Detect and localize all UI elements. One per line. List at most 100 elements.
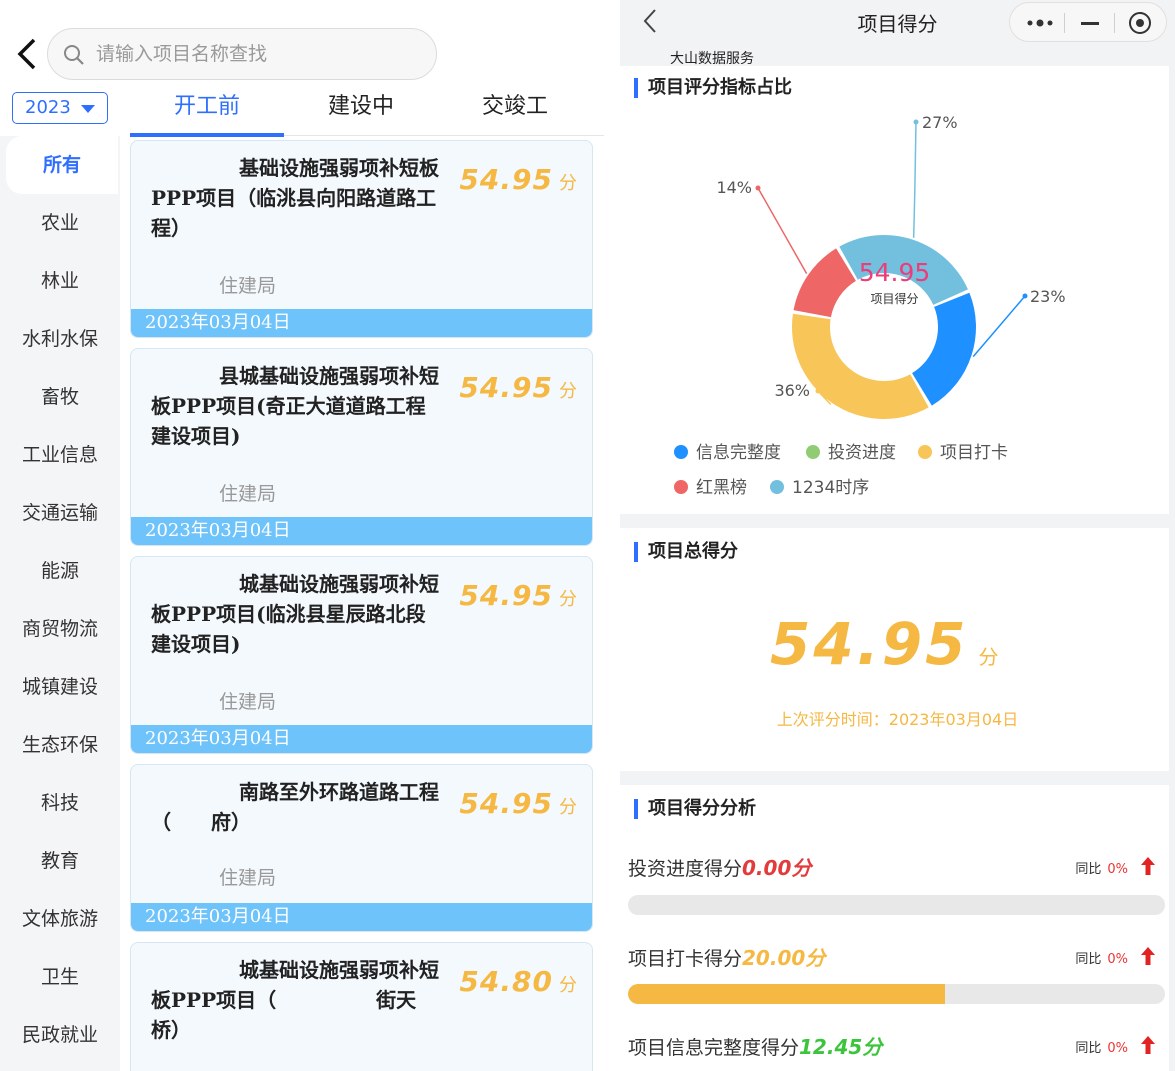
project-date: 2023年03月04日 (131, 903, 592, 931)
legend-item[interactable]: 投资进度 (806, 438, 896, 463)
sidebar-item[interactable]: 生态环保 (0, 716, 120, 774)
analysis-panel: 项目得分分析 (620, 785, 1169, 1071)
project-score: 54.95 分 (459, 579, 578, 612)
legend-item[interactable]: 信息完整度 (674, 438, 781, 463)
search-icon (64, 45, 84, 65)
yoy-label: 同比 (1075, 1041, 1102, 1056)
project-title: 城基础设施强弱项补短板PPP项目（ 街天桥） (151, 958, 439, 1042)
yoy-value: 0% (1107, 952, 1128, 967)
project-card[interactable]: 基础设施强弱项补短板PPP项目（临洮县向阳路道路工程） 54.95 分 住建局 2… (130, 140, 593, 338)
project-card[interactable]: 县城基础设施强弱项补短板PPP项目(奇正大道道路工程建设项目) 54.95 分 住… (130, 348, 593, 546)
sidebar-item[interactable]: 工业信息 (0, 426, 120, 484)
section-title: 项目评分指标占比 (634, 76, 792, 100)
search-input[interactable] (96, 39, 416, 69)
category-sidebar: 所有 农业 林业 水利水保 畜牧 工业信息 交通运输 能源 商贸物流 城镇建设 … (0, 136, 120, 1071)
analysis-value: 12.45分 (799, 1035, 883, 1059)
legend-dot (918, 444, 932, 459)
analysis-label: 项目打卡得分 (628, 948, 743, 970)
donut-percent-label: 14% (716, 178, 752, 197)
score-unit: 分 (559, 589, 578, 610)
section-title: 项目总得分 (634, 540, 738, 564)
legend-dot (806, 444, 820, 459)
score-value: 54.80 (459, 965, 553, 998)
sidebar-item[interactable]: 水利水保 (0, 310, 120, 368)
score-unit: 分 (559, 381, 578, 402)
search-box[interactable] (47, 28, 437, 80)
sidebar-item[interactable]: 卫生 (0, 948, 120, 1006)
legend-item[interactable]: 红黑榜 (674, 473, 747, 498)
project-card[interactable]: 城基础设施强弱项补短板PPP项目(临洮县星辰路北段建设项目) 54.95 分 住建… (130, 556, 593, 754)
up-arrow-icon (1141, 1036, 1155, 1054)
project-department: 住建局 (219, 483, 277, 505)
sidebar-item[interactable]: 农业 (0, 194, 120, 252)
donut-slice[interactable] (912, 292, 976, 406)
analysis-progress-bar (628, 895, 1165, 915)
project-title: 城基础设施强弱项补短板PPP项目(临洮县星辰路北段建设项目) (151, 572, 439, 656)
score-value: 54.95 (459, 787, 553, 820)
status-tabs: 开工前 建设中 交竣工 (130, 88, 604, 137)
capsule-menu (1009, 2, 1167, 42)
analysis-row: 项目打卡得分20.00分 同比 0% (628, 942, 1168, 971)
yoy-label: 同比 (1075, 952, 1102, 967)
project-list-screen: 2023 开工前 建设中 交竣工 所有 农业 林业 水利水保 畜牧 工业信息 交… (0, 0, 606, 1071)
project-score: 54.80 分 (459, 965, 578, 998)
legend-item[interactable]: 项目打卡 (918, 438, 1008, 463)
dropdown-triangle-icon (81, 105, 95, 113)
score-unit: 分 (559, 975, 578, 996)
project-card[interactable]: 城基础设施强弱项补短板PPP项目（ 街天桥） 54.80 分 (130, 942, 593, 1071)
tab-before-start[interactable]: 开工前 (130, 88, 284, 137)
sidebar-item[interactable]: 商贸物流 (0, 600, 120, 658)
progress-fill (628, 984, 945, 1004)
donut-slice[interactable] (792, 313, 929, 419)
project-department: 住建局 (219, 691, 277, 713)
legend-label: 红黑榜 (696, 478, 747, 498)
minimize-icon[interactable] (1080, 15, 1100, 31)
tab-completed[interactable]: 交竣工 (438, 88, 592, 136)
analysis-value: 0.00分 (742, 856, 812, 880)
donut-leader-dot (913, 119, 919, 125)
close-target-icon[interactable] (1128, 11, 1152, 35)
score-value: 54.95 (459, 579, 553, 612)
sidebar-item[interactable]: 城镇建设 (0, 658, 120, 716)
project-date: 2023年03月04日 (131, 517, 592, 545)
legend-label: 投资进度 (828, 443, 896, 463)
total-score-unit: 分 (978, 645, 999, 669)
project-date: 2023年03月04日 (131, 725, 592, 753)
sidebar-item[interactable]: 教育 (0, 832, 120, 890)
score-unit: 分 (559, 173, 578, 194)
legend-label: 项目打卡 (940, 443, 1008, 463)
sidebar-item[interactable]: 文体旅游 (0, 890, 120, 948)
year-value: 2023 (25, 97, 71, 118)
more-dots-icon[interactable] (1026, 15, 1054, 31)
year-select[interactable]: 2023 (12, 92, 108, 124)
project-date: 2023年03月04日 (131, 309, 592, 337)
yoy-indicator: 同比 0% (1075, 947, 1155, 967)
legend-dot (674, 479, 688, 494)
sidebar-item[interactable]: 能源 (0, 542, 120, 600)
analysis-label: 投资进度得分 (628, 858, 743, 880)
sidebar-item[interactable]: 民政就业 (0, 1006, 120, 1064)
project-department: 住建局 (219, 867, 277, 889)
project-card[interactable]: 南路至外环路道路工程（ 府） 54.95 分 住建局 2023年03月04日 (130, 764, 593, 932)
project-department: 住建局 (219, 275, 277, 297)
section-title: 项目得分分析 (634, 797, 756, 821)
sidebar-item[interactable]: 科技 (0, 774, 120, 832)
analysis-value: 20.00分 (742, 946, 826, 970)
sidebar-item[interactable]: 畜牧 (0, 368, 120, 426)
capsule-separator (1064, 13, 1065, 33)
analysis-progress-bar (628, 984, 1165, 1004)
project-title: 县城基础设施强弱项补短板PPP项目(奇正大道道路工程建设项目) (151, 364, 439, 448)
donut-percent-label: 27% (922, 113, 958, 132)
sidebar-item-all[interactable]: 所有 (6, 136, 118, 194)
project-score: 54.95 分 (459, 787, 578, 820)
analysis-label: 项目信息完整度得分 (628, 1037, 800, 1059)
back-arrow-icon[interactable] (14, 36, 44, 76)
score-value: 54.95 (459, 371, 553, 404)
sidebar-item[interactable]: 林业 (0, 252, 120, 310)
project-score: 54.95 分 (459, 163, 578, 196)
legend-item[interactable]: 1234时序 (770, 473, 869, 498)
up-arrow-icon (1141, 947, 1155, 965)
tab-in-construction[interactable]: 建设中 (284, 88, 438, 136)
yoy-indicator: 同比 0% (1075, 857, 1155, 877)
sidebar-item[interactable]: 交通运输 (0, 484, 120, 542)
